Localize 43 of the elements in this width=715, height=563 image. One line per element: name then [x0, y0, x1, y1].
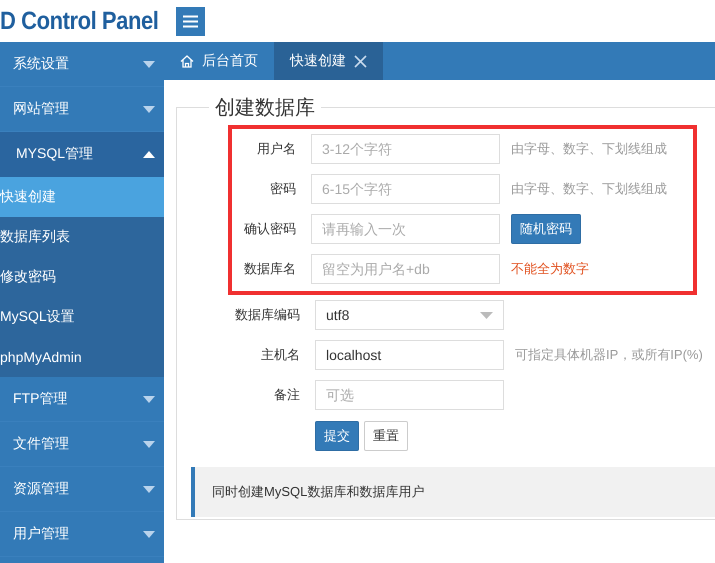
- caret-icon: [143, 106, 155, 112]
- home-icon: [180, 54, 194, 68]
- caret-icon: [143, 530, 155, 538]
- field-label: 主机名: [260, 346, 301, 364]
- field-label: 数据库名: [243, 260, 297, 278]
- form-title: 创建数据库: [214, 96, 316, 121]
- tab[interactable]: 快速创建: [274, 42, 383, 80]
- field-label: 密码: [269, 180, 297, 198]
- sidebar-subitem[interactable]: MySQL设置: [0, 297, 164, 337]
- caret-icon: [143, 486, 155, 492]
- menu-button[interactable]: [176, 6, 206, 36]
- hint-text: 可指定具体机器IP，或所有IP(%): [515, 346, 703, 364]
- menu-icon: [183, 14, 198, 28]
- note-text: 同时创建MySQL数据库和数据库用户: [212, 483, 424, 501]
- input-field[interactable]: 可选: [315, 380, 504, 410]
- caret-icon: [480, 312, 493, 318]
- hint-text: 由字母、数字、下划线组成: [511, 180, 667, 198]
- hint-text: 由字母、数字、下划线组成: [511, 140, 667, 158]
- caret-icon: [143, 396, 155, 402]
- caret-icon: [143, 60, 155, 68]
- sidebar-subitem[interactable]: 数据库列表: [0, 217, 164, 257]
- input-field[interactable]: 请再输入一次: [311, 214, 500, 244]
- field-label: 用户名: [256, 140, 297, 158]
- sidebar-item[interactable]: MYSQL管理: [0, 132, 164, 177]
- field-label: 备注: [273, 386, 301, 404]
- field-label: 数据库编码: [234, 306, 301, 324]
- input-field[interactable]: 6-15个字符: [311, 174, 500, 204]
- input-field[interactable]: 3-12个字符: [311, 134, 500, 164]
- field-label: 确认密码: [243, 220, 297, 238]
- caret-icon: [143, 150, 155, 158]
- tab[interactable]: 后台首页: [164, 42, 274, 80]
- input-field[interactable]: localhost: [315, 340, 504, 370]
- input-field[interactable]: 留空为用户名+db: [311, 254, 500, 284]
- caret-icon: [143, 440, 155, 448]
- select-field[interactable]: utf8: [315, 300, 504, 330]
- close-icon[interactable]: [354, 54, 367, 68]
- reset-button[interactable]: 重置: [364, 421, 408, 451]
- sidebar-subitem[interactable]: phpMyAdmin: [0, 337, 164, 377]
- error-text: 不能全为数字: [511, 260, 589, 278]
- logo-text: D Control Panel: [0, 6, 158, 36]
- sidebar-subitem[interactable]: 修改密码: [0, 257, 164, 297]
- random-password-button[interactable]: 随机密码: [511, 214, 581, 244]
- submit-button[interactable]: 提交: [315, 421, 359, 451]
